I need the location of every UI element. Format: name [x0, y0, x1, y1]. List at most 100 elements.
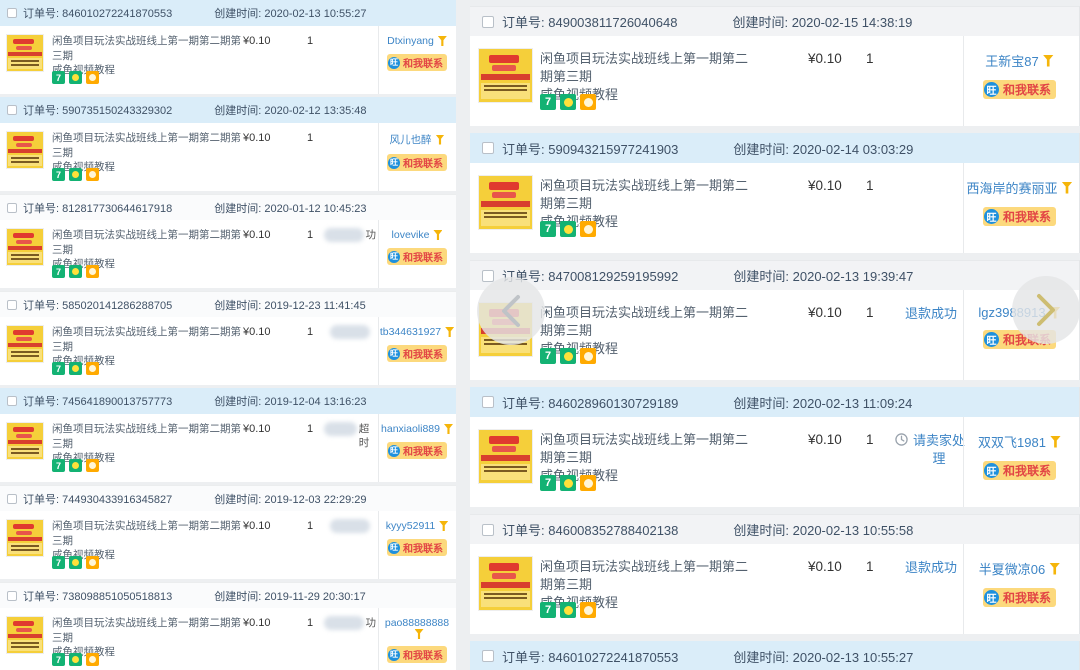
- order-status-text[interactable]: 退款成功: [905, 305, 957, 323]
- buyer-name-link[interactable]: hanxiaoli889: [381, 423, 440, 435]
- order-header: 订单号: 846008352788402138 创建时间: 2020-02-13…: [470, 514, 1079, 544]
- contact-me-button[interactable]: 旺 和我联系: [387, 154, 447, 171]
- order-status: [324, 519, 376, 533]
- order-checkbox[interactable]: [7, 591, 17, 601]
- order-price: ¥0.10: [808, 178, 842, 193]
- carousel-next-button[interactable]: [1012, 276, 1080, 344]
- masked-status-suffix: 超时: [359, 422, 376, 450]
- order-price: ¥0.10: [808, 51, 842, 66]
- order-created-time: 创建时间: 2020-02-13 10:55:58: [733, 520, 913, 539]
- order-card: 订单号: 846010272241870553 创建时间: 2020-02-13…: [470, 641, 1080, 670]
- contact-me-button[interactable]: 旺 和我联系: [387, 646, 447, 663]
- masked-status: [330, 325, 370, 339]
- contact-me-button[interactable]: 旺 和我联系: [983, 461, 1056, 480]
- product-thumbnail[interactable]: [6, 34, 44, 72]
- wangwang-chat-icon: 旺: [388, 445, 400, 457]
- contact-me-button[interactable]: 旺 和我联系: [387, 539, 447, 556]
- order-status-text[interactable]: 退款成功: [905, 559, 957, 577]
- buyer-column: kyyy52911 旺 和我联系: [378, 511, 455, 579]
- product-thumbnail[interactable]: [478, 556, 533, 611]
- funnel-filter-icon[interactable]: [444, 424, 453, 434]
- funnel-filter-icon[interactable]: [439, 521, 448, 531]
- product-thumbnail[interactable]: [478, 175, 533, 230]
- product-thumbnail[interactable]: [6, 422, 44, 460]
- buyer-name-link[interactable]: Dtxinyang: [387, 35, 434, 47]
- order-price: ¥0.10: [243, 617, 271, 629]
- order-body: 闲鱼项目玩法实战班线上第一期第二期第三期咸鱼视频教程 7 ¥0.10 1: [0, 123, 456, 191]
- order-card: 订单号: 812817730644617918 创建时间: 2020-01-12…: [0, 194, 456, 288]
- order-price: ¥0.10: [243, 326, 271, 338]
- order-checkbox[interactable]: [482, 650, 494, 662]
- order-checkbox[interactable]: [482, 524, 494, 536]
- orange-service-icon: [580, 602, 596, 618]
- order-number: 订单号: 846028960130729189: [502, 393, 678, 412]
- product-thumbnail[interactable]: [6, 228, 44, 266]
- order-body: 闲鱼项目玩法实战班线上第一期第二期第三期咸鱼视频教程 7 ¥0.10 1: [0, 26, 456, 94]
- order-header: 订单号: 846028960130729189 创建时间: 2020-02-13…: [470, 387, 1079, 417]
- order-quantity: 1: [866, 559, 874, 574]
- seven-day-service-icon: 7: [540, 475, 556, 491]
- contact-me-button[interactable]: 旺 和我联系: [983, 80, 1056, 99]
- order-created-time: 创建时间: 2020-02-12 13:35:48: [214, 102, 366, 118]
- order-status: 功: [324, 616, 376, 630]
- order-card: 订单号: 590735150243329302 创建时间: 2020-02-12…: [0, 97, 456, 191]
- order-status-text[interactable]: 请卖家处理: [911, 432, 967, 467]
- order-checkbox[interactable]: [482, 270, 494, 282]
- product-thumbnail[interactable]: [478, 429, 533, 484]
- order-created-time: 创建时间: 2020-02-13 10:55:27: [214, 5, 366, 21]
- order-checkbox[interactable]: [7, 300, 17, 310]
- contact-me-button[interactable]: 旺 和我联系: [387, 54, 447, 71]
- funnel-filter-icon[interactable]: [1062, 182, 1073, 194]
- buyer-name-link[interactable]: 王新宝87: [985, 51, 1038, 70]
- product-thumbnail[interactable]: [6, 131, 44, 169]
- green-service-icon: [560, 348, 576, 364]
- orange-service-icon: [86, 265, 99, 278]
- order-checkbox[interactable]: [482, 396, 494, 408]
- green-service-icon: [560, 94, 576, 110]
- order-checkbox[interactable]: [482, 16, 494, 28]
- order-checkbox[interactable]: [7, 203, 17, 213]
- contact-me-button[interactable]: 旺 和我联系: [983, 588, 1056, 607]
- order-checkbox[interactable]: [7, 396, 17, 406]
- funnel-filter-icon[interactable]: [445, 327, 454, 337]
- order-card: 订单号: 846010272241870553 创建时间: 2020-02-13…: [0, 0, 456, 94]
- buyer-name-link[interactable]: lovevike: [392, 229, 430, 241]
- buyer-name-link[interactable]: 双双飞1981: [978, 432, 1046, 451]
- contact-me-button[interactable]: 旺 和我联系: [387, 345, 447, 362]
- order-checkbox[interactable]: [482, 142, 494, 154]
- carousel-prev-button[interactable]: [477, 277, 545, 345]
- order-created-time: 创建时间: 2020-01-12 10:45:23: [214, 200, 366, 216]
- funnel-filter-icon[interactable]: [1049, 563, 1060, 575]
- contact-me-button[interactable]: 旺 和我联系: [983, 207, 1056, 226]
- order-checkbox[interactable]: [7, 8, 17, 18]
- seven-day-service-icon: 7: [540, 94, 556, 110]
- order-number: 订单号: 846010272241870553: [502, 647, 678, 666]
- funnel-filter-icon[interactable]: [1050, 436, 1061, 448]
- order-body: 闲鱼项目玩法实战班线上第一期第二期第三期咸鱼视频教程 7 ¥0.10 1 请卖家…: [470, 417, 1079, 507]
- buyer-name-link[interactable]: 西海岸的赛丽亚: [966, 178, 1057, 197]
- buyer-name-link[interactable]: tb344631927: [380, 326, 441, 338]
- funnel-filter-icon[interactable]: [436, 135, 445, 145]
- product-thumbnail[interactable]: [478, 48, 533, 103]
- contact-me-button[interactable]: 旺 和我联系: [387, 248, 447, 265]
- buyer-name-link[interactable]: 风儿也醉: [390, 132, 432, 147]
- funnel-filter-icon[interactable]: [433, 230, 442, 240]
- chevron-right-icon: [1033, 293, 1059, 327]
- green-service-icon: [69, 556, 82, 569]
- product-thumbnail[interactable]: [6, 325, 44, 363]
- contact-me-button[interactable]: 旺 和我联系: [387, 442, 447, 459]
- order-checkbox[interactable]: [7, 105, 17, 115]
- product-thumbnail[interactable]: [6, 519, 44, 557]
- order-header: 订单号: 738098851050518813 创建时间: 2019-11-29…: [0, 582, 456, 608]
- wangwang-chat-icon: 旺: [388, 649, 400, 661]
- wangwang-chat-icon: 旺: [984, 332, 999, 347]
- order-checkbox[interactable]: [7, 494, 17, 504]
- buyer-name-link[interactable]: 半夏微凉06: [979, 559, 1045, 578]
- buyer-name-link[interactable]: pao88888888: [385, 617, 449, 629]
- buyer-name-link[interactable]: kyyy52911: [386, 520, 435, 532]
- product-thumbnail[interactable]: [6, 616, 44, 654]
- order-number: 订单号: 812817730644617918: [23, 200, 172, 216]
- funnel-filter-icon[interactable]: [438, 36, 447, 46]
- funnel-filter-icon[interactable]: [415, 629, 424, 639]
- funnel-filter-icon[interactable]: [1043, 55, 1054, 67]
